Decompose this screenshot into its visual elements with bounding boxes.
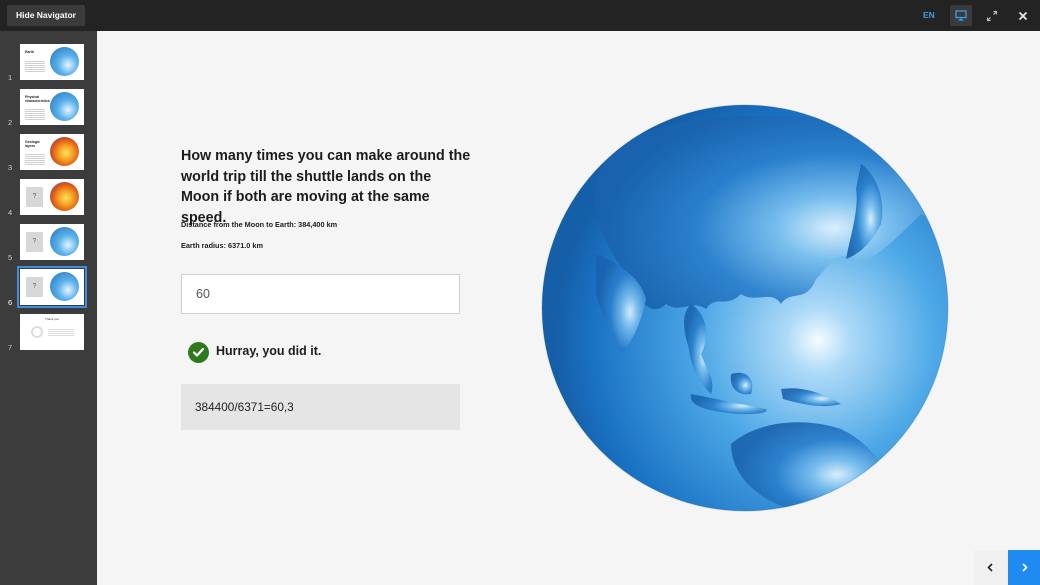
globe-image xyxy=(50,272,79,301)
globe-image xyxy=(50,227,79,256)
slide-navigator: 1 Earth 2 Physical characteristics 3 Geo… xyxy=(0,31,97,585)
thumbnail-title: Thank you xyxy=(44,317,59,321)
thumbnail-preview: ? xyxy=(20,224,84,260)
thumbnail-preview: Geologic layers xyxy=(20,134,84,170)
thumbnail-text-lines xyxy=(48,328,74,336)
close-icon xyxy=(1018,11,1028,21)
language-selector[interactable]: EN xyxy=(923,10,935,20)
check-icon xyxy=(188,342,209,363)
next-slide-button[interactable] xyxy=(1008,550,1040,585)
globe-image xyxy=(50,47,79,76)
slide-thumbnail-1[interactable]: 1 Earth xyxy=(0,44,97,82)
thumbnail-text-lines xyxy=(25,153,45,165)
slide-number: 4 xyxy=(8,208,13,217)
slide-thumbnail-6[interactable]: 6 ? xyxy=(0,266,97,308)
fullscreen-button[interactable] xyxy=(984,8,1000,24)
top-bar: Hide Navigator EN xyxy=(0,0,1040,31)
slide-number: 6 xyxy=(8,298,13,307)
thumbnail-text-lines xyxy=(25,60,45,72)
previous-slide-button[interactable] xyxy=(974,550,1008,585)
slide-thumbnail-2[interactable]: 2 Physical characteristics xyxy=(0,89,97,127)
slide-number: 1 xyxy=(8,73,13,82)
hide-navigator-button[interactable]: Hide Navigator xyxy=(7,5,85,26)
question-heading: How many times you can make around the w… xyxy=(181,148,471,226)
thumbnail-text-lines xyxy=(25,108,45,120)
distance-fact: Distance from the Moon to Earth: 384,400… xyxy=(181,220,338,229)
thumbnail-preview: Thank you xyxy=(20,314,84,350)
ring-graphic xyxy=(31,326,43,338)
feedback-text: Hurray, you did it. xyxy=(216,344,322,358)
slide-thumbnail-3[interactable]: 3 Geologic layers xyxy=(0,134,97,172)
thumbnail-preview: Earth xyxy=(20,44,84,80)
radius-fact: Earth radius: 6371.0 km xyxy=(181,241,263,250)
slide-number: 2 xyxy=(8,118,13,127)
presentation-icon xyxy=(955,10,967,21)
globe-image xyxy=(50,92,79,121)
slide-number: 3 xyxy=(8,163,13,172)
solution-box: 384400/6371=60,3 xyxy=(181,384,460,430)
earth-core-image xyxy=(50,182,79,211)
question-mark-placeholder: ? xyxy=(26,187,43,207)
close-button[interactable] xyxy=(1015,8,1031,24)
question-mark-placeholder: ? xyxy=(26,277,43,297)
fullscreen-icon xyxy=(986,10,998,22)
slide-thumbnail-7[interactable]: 7 Thank you xyxy=(0,314,97,352)
answer-input[interactable] xyxy=(181,274,460,314)
thumbnail-title: Earth xyxy=(25,50,34,54)
chevron-left-icon xyxy=(987,563,993,572)
presentation-button[interactable] xyxy=(950,5,972,26)
chevron-right-icon xyxy=(1022,563,1028,572)
globe-image xyxy=(541,104,949,512)
thumbnail-preview: ? xyxy=(17,266,87,308)
thumbnail-title: Physical characteristics xyxy=(25,95,50,103)
thumbnail-preview: Physical characteristics xyxy=(20,89,84,125)
earth-core-image xyxy=(50,137,79,166)
slide-thumbnail-4[interactable]: 4 ? xyxy=(0,179,97,217)
slide-number: 5 xyxy=(8,253,13,262)
question-mark-placeholder: ? xyxy=(26,232,43,252)
slide-thumbnail-5[interactable]: 5 ? xyxy=(0,224,97,262)
thumbnail-title: Geologic layers xyxy=(25,140,40,148)
thumbnail-preview: ? xyxy=(20,179,84,215)
slide-number: 7 xyxy=(8,343,13,352)
